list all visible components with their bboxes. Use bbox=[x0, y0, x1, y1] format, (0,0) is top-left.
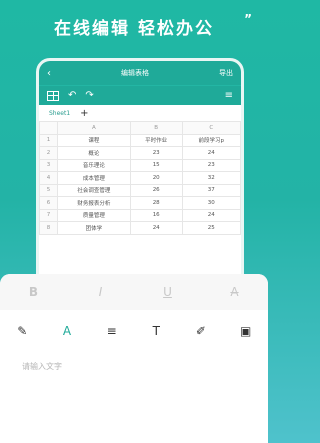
redo-icon[interactable]: ↷ bbox=[85, 90, 93, 101]
table-cell[interactable]: 课程 bbox=[57, 133, 131, 147]
underline-button[interactable]: U bbox=[158, 285, 178, 299]
column-header[interactable]: A bbox=[57, 121, 131, 135]
table-row: 5 社会调查管理 26 37 bbox=[39, 183, 241, 197]
table-cell[interactable]: 30 bbox=[181, 196, 241, 210]
column-header[interactable]: C bbox=[181, 121, 241, 135]
table-cell[interactable]: 成本管理 bbox=[57, 171, 131, 185]
table-cell[interactable]: 24 bbox=[129, 221, 183, 235]
table-row: 2 概论 23 24 bbox=[39, 146, 241, 160]
table-cell[interactable]: 平时作业 bbox=[129, 133, 183, 147]
table-row: 4 成本管理 20 32 bbox=[39, 171, 241, 185]
column-header-row: A B C bbox=[39, 121, 241, 135]
table-cell[interactable]: 24 bbox=[181, 146, 241, 160]
promo-headline: 在线编辑 轻松办公 ” bbox=[0, 12, 268, 39]
table-cell[interactable]: 概论 bbox=[57, 146, 131, 160]
edit-icon[interactable]: ✎ bbox=[11, 324, 33, 338]
pen-icon[interactable]: ✐ bbox=[190, 324, 212, 338]
image-icon[interactable]: ▣ bbox=[235, 324, 257, 338]
table-cell[interactable]: 16 bbox=[129, 208, 183, 222]
add-sheet-icon[interactable]: + bbox=[80, 108, 88, 119]
table-cell[interactable]: 20 bbox=[129, 171, 183, 185]
column-header[interactable]: B bbox=[129, 121, 183, 135]
row-number: 7 bbox=[39, 208, 58, 222]
align-icon[interactable]: ≡ bbox=[101, 324, 123, 338]
table-cell[interactable]: 37 bbox=[181, 183, 241, 197]
corner-cell bbox=[39, 121, 58, 135]
row-number: 4 bbox=[39, 171, 58, 185]
table-cell[interactable]: 24 bbox=[181, 208, 241, 222]
export-button[interactable]: 导出 bbox=[219, 68, 233, 78]
table-cell[interactable]: 前段学习p bbox=[181, 133, 241, 147]
table-row: 8 团体学 24 25 bbox=[39, 221, 241, 235]
table-cell[interactable]: 23 bbox=[181, 158, 241, 172]
format-bar: B I U A bbox=[0, 274, 268, 310]
table-cell[interactable]: 15 bbox=[129, 158, 183, 172]
row-number: 6 bbox=[39, 196, 58, 210]
table-row: 7 质量管理 16 24 bbox=[39, 208, 241, 222]
quote-mark: ” bbox=[244, 12, 254, 26]
text-icon[interactable]: T bbox=[145, 324, 167, 338]
text-edit-panel: B I U A ✎ A ≡ T ✐ ▣ bbox=[0, 274, 268, 443]
table-cell[interactable]: 社会调查管理 bbox=[57, 183, 131, 197]
tool-bar: ✎ A ≡ T ✐ ▣ bbox=[0, 314, 268, 348]
table-cell[interactable]: 财务报表分析 bbox=[57, 196, 131, 210]
app-title: 编辑表格 bbox=[121, 69, 149, 77]
table-row: 3 音乐理论 15 23 bbox=[39, 158, 241, 172]
table-row: 1 课程 平时作业 前段学习p bbox=[39, 133, 241, 147]
phone-mockup: ‹ 编辑表格 导出 ↶ ↷ ≡ Sheet1 + A B C 1 课程 平时作业… bbox=[36, 58, 244, 308]
table-cell[interactable]: 团体学 bbox=[57, 221, 131, 235]
strikethrough-button[interactable]: A bbox=[225, 285, 245, 299]
sheet-tab[interactable]: Sheet1 bbox=[49, 110, 70, 117]
table-cell[interactable]: 26 bbox=[129, 183, 183, 197]
table-cell[interactable]: 质量管理 bbox=[57, 208, 131, 222]
italic-button[interactable]: I bbox=[91, 285, 111, 299]
edit-toolbar: ↶ ↷ ≡ bbox=[39, 85, 241, 105]
table-cell[interactable]: 32 bbox=[181, 171, 241, 185]
sheet-tab-bar: Sheet1 + bbox=[39, 105, 241, 121]
spreadsheet-grid: A B C 1 课程 平时作业 前段学习p 2 概论 23 24 3 音乐理论 … bbox=[39, 121, 241, 235]
table-row: 6 财务报表分析 28 30 bbox=[39, 196, 241, 210]
table-cell[interactable]: 音乐理论 bbox=[57, 158, 131, 172]
row-number: 1 bbox=[39, 133, 58, 147]
headline-text: 在线编辑 轻松办公 bbox=[54, 19, 214, 39]
row-number: 8 bbox=[39, 221, 58, 235]
row-number: 3 bbox=[39, 158, 58, 172]
table-cell[interactable]: 25 bbox=[181, 221, 241, 235]
table-grid-icon[interactable] bbox=[47, 90, 59, 101]
table-cell[interactable]: 28 bbox=[129, 196, 183, 210]
back-button[interactable]: ‹ bbox=[47, 68, 51, 79]
bold-button[interactable]: B bbox=[24, 285, 44, 299]
undo-icon[interactable]: ↶ bbox=[68, 90, 76, 101]
row-number: 2 bbox=[39, 146, 58, 160]
font-color-icon[interactable]: A bbox=[56, 324, 78, 338]
table-cell[interactable]: 23 bbox=[129, 146, 183, 160]
app-bar: ‹ 编辑表格 导出 bbox=[39, 61, 241, 85]
menu-icon[interactable]: ≡ bbox=[225, 90, 233, 101]
row-number: 5 bbox=[39, 183, 58, 197]
text-input[interactable] bbox=[22, 362, 248, 371]
